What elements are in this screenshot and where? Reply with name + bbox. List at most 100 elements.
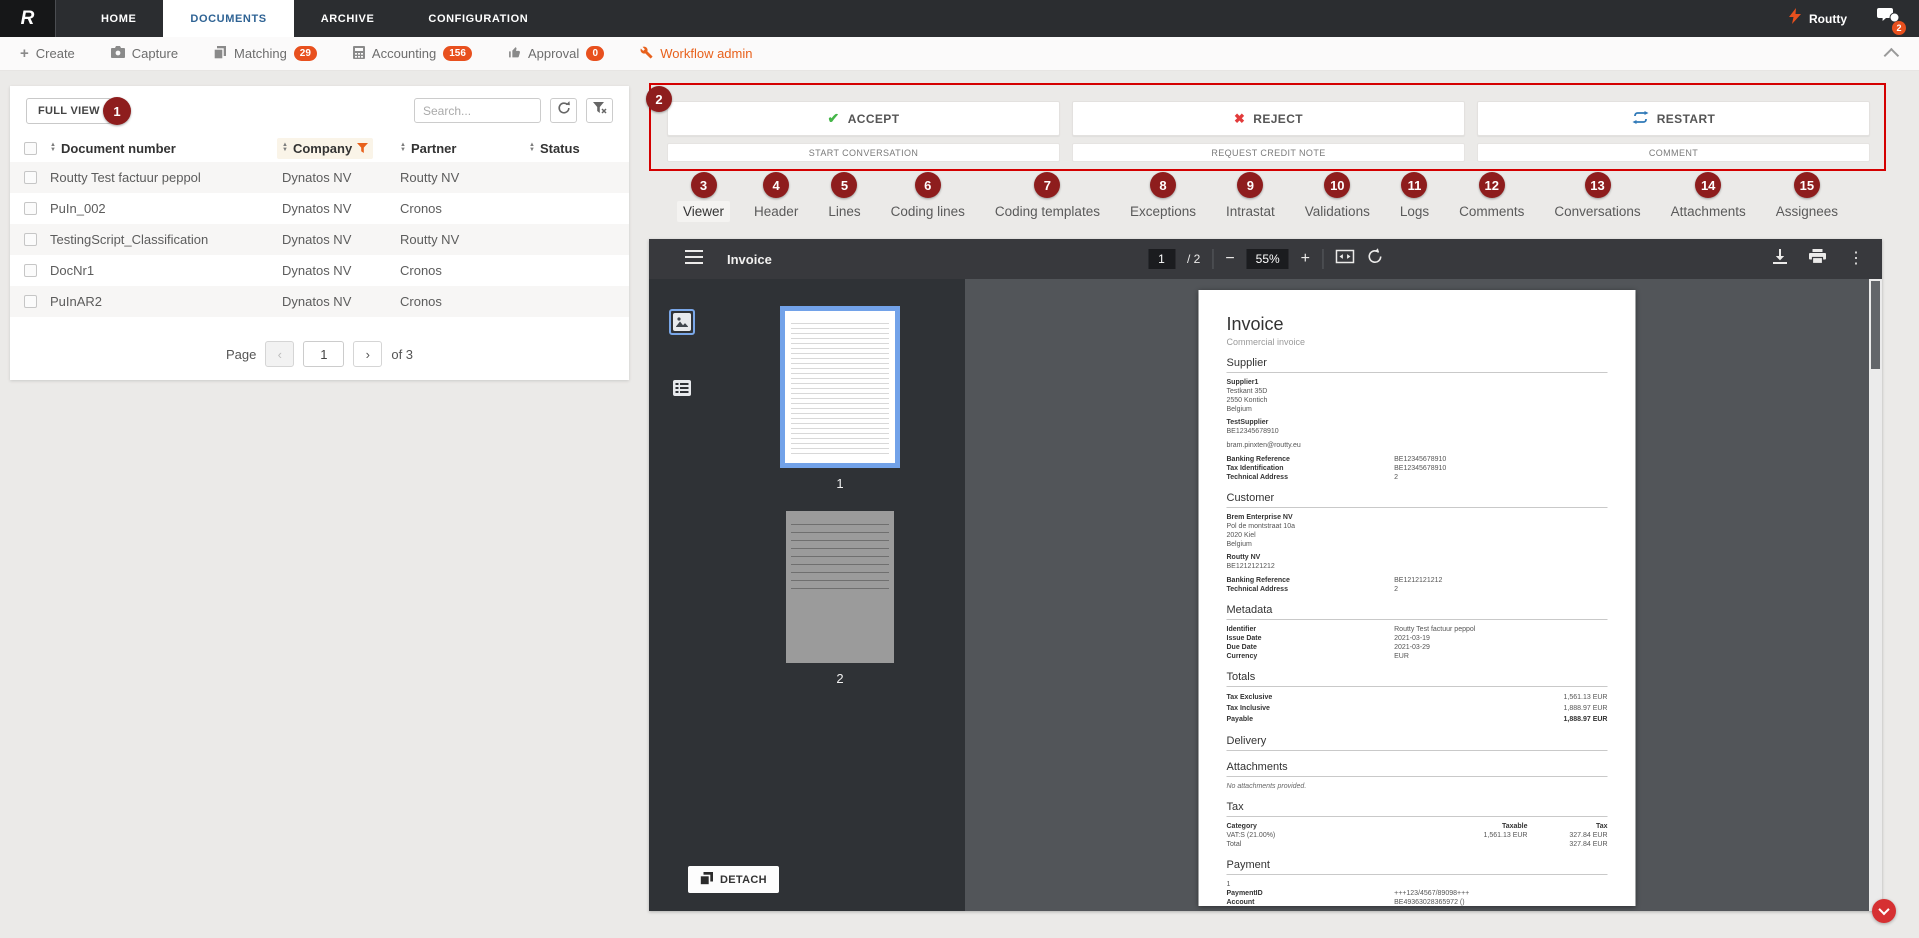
reject-button[interactable]: ✖ REJECT [1072, 101, 1465, 136]
restart-button[interactable]: RESTART [1477, 101, 1870, 136]
table-row[interactable]: Routty Test factuur peppol Dynatos NV Ro… [10, 162, 629, 193]
check-icon: ✔ [828, 110, 840, 127]
full-view-button[interactable]: FULL VIEW [26, 98, 112, 124]
scroll-down-fab[interactable] [1872, 899, 1896, 923]
page-number-input[interactable] [303, 341, 344, 367]
tab-comments[interactable]: 12 Comments [1444, 172, 1539, 222]
column-header-status[interactable]: Status [529, 141, 629, 156]
page-thumbnail-1[interactable] [780, 306, 900, 468]
tab-label: Validations [1299, 201, 1376, 222]
zoom-out-button[interactable]: − [1225, 251, 1234, 267]
table-row[interactable]: TestingScript_Classification Dynatos NV … [10, 224, 629, 255]
divider [1212, 249, 1213, 269]
section-heading-metadata: Metadata [1227, 604, 1608, 620]
tab-coding-templates[interactable]: 7 Coding templates [980, 172, 1115, 222]
routty-logo[interactable]: R [0, 0, 56, 37]
tab-conversations[interactable]: 13 Conversations [1539, 172, 1655, 222]
zoom-in-button[interactable]: + [1301, 251, 1310, 267]
tab-label: Comments [1453, 201, 1530, 222]
request-credit-note-button[interactable]: REQUEST CREDIT NOTE [1072, 143, 1465, 162]
tab-lines[interactable]: 5 Lines [813, 172, 875, 222]
kv-key: Technical Address [1227, 473, 1395, 482]
payment-index: 1 [1227, 880, 1608, 889]
attachments-empty-text: No attachments provided. [1227, 782, 1608, 791]
print-button[interactable] [1809, 249, 1826, 269]
kebab-menu-icon[interactable]: ⋮ [1848, 251, 1864, 267]
capture-label: Capture [132, 46, 178, 61]
nav-documents[interactable]: DOCUMENTS [163, 0, 293, 37]
tab-logs[interactable]: 11 Logs [1385, 172, 1444, 222]
search-input[interactable] [414, 98, 541, 123]
row-checkbox[interactable] [24, 264, 37, 277]
accept-button[interactable]: ✔ ACCEPT [667, 101, 1060, 136]
approval-button[interactable]: Approval 0 [508, 46, 604, 62]
tab-coding-lines[interactable]: 6 Coding lines [876, 172, 980, 222]
cell-company: Dynatos NV [282, 294, 400, 309]
column-header-document-number[interactable]: Document number [50, 141, 282, 156]
comment-button[interactable]: COMMENT [1477, 143, 1870, 162]
pdf-page-input[interactable] [1148, 249, 1175, 269]
workflow-admin-button[interactable]: Workflow admin [640, 46, 752, 62]
nav-archive[interactable]: ARCHIVE [294, 0, 402, 37]
page-thumbnail-2[interactable] [786, 511, 894, 663]
matching-count-badge: 29 [294, 46, 317, 61]
row-checkbox[interactable] [24, 202, 37, 215]
select-all-checkbox[interactable] [24, 142, 37, 155]
tab-viewer[interactable]: 3 Viewer [668, 172, 739, 222]
image-icon [673, 313, 691, 331]
pdf-scrollbar[interactable] [1869, 279, 1882, 911]
notifications-button[interactable]: 2 [1877, 8, 1899, 30]
rotate-button[interactable] [1366, 248, 1383, 270]
supplier-address-line: Belgium [1227, 405, 1608, 414]
clear-filter-button[interactable] [586, 98, 613, 123]
collapse-toolbar-chevron-icon[interactable] [1884, 48, 1900, 64]
kv-value: 2021-03-29 [1394, 643, 1430, 652]
tab-intrastat[interactable]: 9 Intrastat [1211, 172, 1290, 222]
hamburger-menu-icon[interactable] [685, 250, 703, 269]
pdf-scrollbar-thumb[interactable] [1871, 281, 1880, 369]
refresh-button[interactable] [550, 98, 577, 123]
capture-button[interactable]: Capture [111, 46, 178, 61]
column-header-partner[interactable]: Partner [400, 141, 529, 156]
thumbnails-view-button[interactable] [669, 309, 695, 335]
accounting-button[interactable]: Accounting 156 [353, 46, 472, 62]
row-checkbox[interactable] [24, 295, 37, 308]
tab-assignees[interactable]: 15 Assignees [1761, 172, 1853, 222]
table-row[interactable]: PuInAR2 Dynatos NV Cronos [10, 286, 629, 317]
tab-validations[interactable]: 10 Validations [1290, 172, 1385, 222]
column-header-company[interactable]: Company [282, 138, 400, 159]
outline-view-button[interactable] [669, 375, 695, 401]
annotation-badge-1: 1 [103, 97, 131, 125]
nav-home[interactable]: HOME [74, 0, 163, 37]
total-value: 1,561.13 EUR [1564, 692, 1608, 703]
filter-funnel-icon[interactable] [357, 141, 368, 156]
matching-button[interactable]: Matching 29 [214, 46, 317, 62]
tax-cell [1418, 840, 1528, 849]
annotation-badge-9: 9 [1237, 172, 1263, 198]
detach-button[interactable]: DETACH [688, 866, 779, 893]
kv-key: PaymentID [1227, 889, 1395, 898]
table-row[interactable]: PuIn_002 Dynatos NV Cronos [10, 193, 629, 224]
fit-width-button[interactable] [1335, 249, 1354, 269]
tab-header[interactable]: 4 Header [739, 172, 813, 222]
thumbs-up-icon [508, 46, 521, 62]
row-checkbox[interactable] [24, 233, 37, 246]
tab-label: Coding templates [989, 201, 1106, 222]
zoom-level[interactable]: 55% [1247, 249, 1289, 269]
tab-exceptions[interactable]: 8 Exceptions [1115, 172, 1211, 222]
kv-value: BE12345678910 [1394, 464, 1446, 473]
nav-configuration[interactable]: CONFIGURATION [401, 0, 555, 37]
supplier-address-line: 2550 Kontich [1227, 396, 1608, 405]
row-checkbox[interactable] [24, 171, 37, 184]
download-button[interactable] [1773, 249, 1787, 269]
kv-key: Account [1227, 898, 1395, 906]
next-page-button[interactable]: › [353, 341, 382, 367]
table-row[interactable]: DocNr1 Dynatos NV Cronos [10, 255, 629, 286]
user-menu[interactable]: Routty [1789, 8, 1847, 29]
prev-page-button[interactable]: ‹ [265, 341, 294, 367]
start-conversation-button[interactable]: START CONVERSATION [667, 143, 1060, 162]
sort-icon [50, 143, 56, 153]
tab-attachments[interactable]: 14 Attachments [1656, 172, 1761, 222]
create-button[interactable]: + Create [20, 45, 75, 62]
user-name: Routty [1809, 12, 1847, 26]
